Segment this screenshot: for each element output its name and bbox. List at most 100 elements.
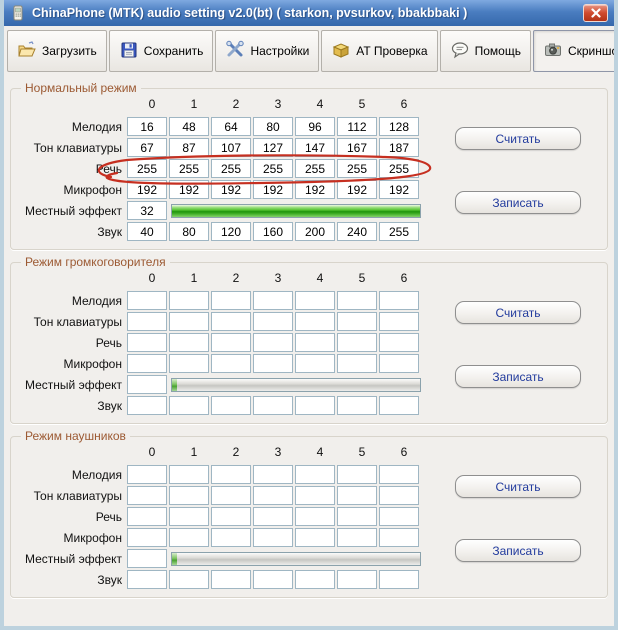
sound-value-field-5[interactable] bbox=[337, 396, 377, 415]
melody-value-field-3[interactable] bbox=[253, 465, 293, 484]
toolbar-button-1[interactable]: Загрузить bbox=[7, 30, 107, 72]
keypad_tone-value-field-2[interactable] bbox=[211, 486, 251, 505]
keypad_tone-value-field-5[interactable] bbox=[337, 312, 377, 331]
keypad_tone-value-field-3[interactable] bbox=[253, 486, 293, 505]
melody-value-field-5[interactable] bbox=[337, 117, 377, 136]
melody-value-field-0[interactable] bbox=[127, 465, 167, 484]
microphone-value-field-2[interactable] bbox=[211, 180, 251, 199]
local_effect-value-field-0[interactable] bbox=[127, 201, 167, 220]
speech-value-field-5[interactable] bbox=[337, 507, 377, 526]
keypad_tone-value-field-6[interactable] bbox=[379, 486, 419, 505]
toolbar-button-2[interactable]: Сохранить bbox=[109, 30, 214, 72]
speech-value-field-6[interactable] bbox=[379, 159, 419, 178]
melody-value-field-6[interactable] bbox=[379, 117, 419, 136]
sound-value-field-6[interactable] bbox=[379, 396, 419, 415]
melody-value-field-2[interactable] bbox=[211, 117, 251, 136]
sound-value-field-3[interactable] bbox=[253, 570, 293, 589]
speech-value-field-3[interactable] bbox=[253, 507, 293, 526]
sound-value-field-4[interactable] bbox=[295, 570, 335, 589]
melody-value-field-0[interactable] bbox=[127, 117, 167, 136]
sound-value-field-5[interactable] bbox=[337, 222, 377, 241]
sound-value-field-1[interactable] bbox=[169, 222, 209, 241]
sound-value-field-0[interactable] bbox=[127, 396, 167, 415]
sound-value-field-4[interactable] bbox=[295, 222, 335, 241]
speech-value-field-3[interactable] bbox=[253, 333, 293, 352]
toolbar-button-3[interactable]: Настройки bbox=[215, 30, 319, 72]
microphone-value-field-4[interactable] bbox=[295, 528, 335, 547]
keypad_tone-value-field-5[interactable] bbox=[337, 486, 377, 505]
local_effect-value-field-0[interactable] bbox=[127, 375, 167, 394]
sound-value-field-2[interactable] bbox=[211, 396, 251, 415]
keypad_tone-value-field-2[interactable] bbox=[211, 312, 251, 331]
read-button[interactable]: Считать bbox=[455, 475, 581, 498]
microphone-value-field-0[interactable] bbox=[127, 528, 167, 547]
read-button[interactable]: Считать bbox=[455, 301, 581, 324]
melody-value-field-4[interactable] bbox=[295, 117, 335, 136]
microphone-value-field-3[interactable] bbox=[253, 528, 293, 547]
microphone-value-field-5[interactable] bbox=[337, 528, 377, 547]
melody-value-field-5[interactable] bbox=[337, 291, 377, 310]
sound-value-field-1[interactable] bbox=[169, 570, 209, 589]
keypad_tone-value-field-1[interactable] bbox=[169, 486, 209, 505]
sound-value-field-4[interactable] bbox=[295, 396, 335, 415]
keypad_tone-value-field-0[interactable] bbox=[127, 486, 167, 505]
write-button[interactable]: Записать bbox=[455, 539, 581, 562]
melody-value-field-4[interactable] bbox=[295, 291, 335, 310]
melody-value-field-1[interactable] bbox=[169, 117, 209, 136]
microphone-value-field-3[interactable] bbox=[253, 354, 293, 373]
melody-value-field-2[interactable] bbox=[211, 291, 251, 310]
melody-value-field-1[interactable] bbox=[169, 465, 209, 484]
speech-value-field-2[interactable] bbox=[211, 159, 251, 178]
speech-value-field-6[interactable] bbox=[379, 333, 419, 352]
local-effect-level-bar[interactable] bbox=[171, 378, 421, 392]
keypad_tone-value-field-5[interactable] bbox=[337, 138, 377, 157]
write-button[interactable]: Записать bbox=[455, 365, 581, 388]
toolbar-button-4[interactable]: AT Проверка bbox=[321, 30, 437, 72]
melody-value-field-6[interactable] bbox=[379, 465, 419, 484]
speech-value-field-0[interactable] bbox=[127, 159, 167, 178]
sound-value-field-6[interactable] bbox=[379, 222, 419, 241]
microphone-value-field-4[interactable] bbox=[295, 354, 335, 373]
melody-value-field-6[interactable] bbox=[379, 291, 419, 310]
speech-value-field-1[interactable] bbox=[169, 159, 209, 178]
local-effect-level-bar[interactable] bbox=[171, 552, 421, 566]
keypad_tone-value-field-4[interactable] bbox=[295, 486, 335, 505]
keypad_tone-value-field-0[interactable] bbox=[127, 312, 167, 331]
sound-value-field-5[interactable] bbox=[337, 570, 377, 589]
microphone-value-field-0[interactable] bbox=[127, 354, 167, 373]
microphone-value-field-1[interactable] bbox=[169, 180, 209, 199]
speech-value-field-5[interactable] bbox=[337, 333, 377, 352]
melody-value-field-2[interactable] bbox=[211, 465, 251, 484]
speech-value-field-6[interactable] bbox=[379, 507, 419, 526]
speech-value-field-1[interactable] bbox=[169, 507, 209, 526]
microphone-value-field-4[interactable] bbox=[295, 180, 335, 199]
speech-value-field-5[interactable] bbox=[337, 159, 377, 178]
melody-value-field-3[interactable] bbox=[253, 291, 293, 310]
speech-value-field-1[interactable] bbox=[169, 333, 209, 352]
melody-value-field-4[interactable] bbox=[295, 465, 335, 484]
keypad_tone-value-field-3[interactable] bbox=[253, 138, 293, 157]
sound-value-field-3[interactable] bbox=[253, 396, 293, 415]
keypad_tone-value-field-0[interactable] bbox=[127, 138, 167, 157]
keypad_tone-value-field-6[interactable] bbox=[379, 138, 419, 157]
keypad_tone-value-field-4[interactable] bbox=[295, 138, 335, 157]
speech-value-field-0[interactable] bbox=[127, 333, 167, 352]
read-button[interactable]: Считать bbox=[455, 127, 581, 150]
toolbar-button-6[interactable]: Скриншот bbox=[533, 30, 618, 72]
sound-value-field-2[interactable] bbox=[211, 222, 251, 241]
keypad_tone-value-field-2[interactable] bbox=[211, 138, 251, 157]
melody-value-field-0[interactable] bbox=[127, 291, 167, 310]
microphone-value-field-5[interactable] bbox=[337, 180, 377, 199]
close-button[interactable] bbox=[583, 4, 608, 22]
keypad_tone-value-field-1[interactable] bbox=[169, 312, 209, 331]
local-effect-level-bar[interactable] bbox=[171, 204, 421, 218]
keypad_tone-value-field-3[interactable] bbox=[253, 312, 293, 331]
microphone-value-field-2[interactable] bbox=[211, 528, 251, 547]
local_effect-value-field-0[interactable] bbox=[127, 549, 167, 568]
microphone-value-field-0[interactable] bbox=[127, 180, 167, 199]
sound-value-field-0[interactable] bbox=[127, 570, 167, 589]
speech-value-field-3[interactable] bbox=[253, 159, 293, 178]
sound-value-field-1[interactable] bbox=[169, 396, 209, 415]
microphone-value-field-1[interactable] bbox=[169, 354, 209, 373]
microphone-value-field-6[interactable] bbox=[379, 528, 419, 547]
